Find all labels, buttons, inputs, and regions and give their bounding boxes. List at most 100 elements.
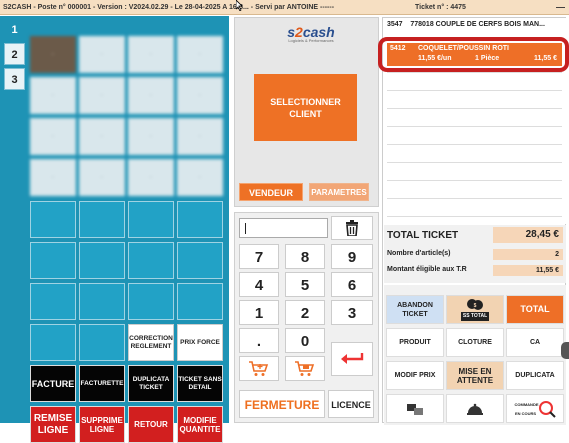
mise-en-attente-button[interactable]: MISE EN ATTENTE [446,361,504,390]
empty-tile[interactable] [79,324,125,361]
ca-button[interactable]: CA [506,328,564,357]
line-code: 3547 [387,21,403,28]
divider [387,144,562,145]
quantity-input[interactable] [239,218,328,238]
divider [387,72,562,73]
total-value: 28,45 € [493,227,563,243]
empty-tile[interactable] [128,201,174,238]
modifie-quantite-button[interactable]: MODIFIE QUANTITE [177,406,223,443]
product-tile[interactable]: · [128,159,174,196]
user-chat-icon[interactable] [386,394,444,423]
button-label: CORRECTION REGLEMENT [129,334,173,350]
duplicata-ticket-button[interactable]: DUPLICATA TICKET [128,365,174,402]
key-2[interactable]: 2 [285,300,325,325]
abandon-ticket-button[interactable]: ABANDON TICKET [386,295,444,324]
product-tile[interactable]: · [79,36,125,73]
product-tile[interactable]: · [177,36,223,73]
line-label: 778018 COUPLE DE CERFS BOIS MAN... [410,21,545,28]
duplicata-button[interactable]: DUPLICATA [506,361,564,390]
key-8[interactable]: 8 [285,244,325,269]
commande-en-cours-button[interactable]: COMMANDE EN COURS [506,394,564,423]
empty-tile[interactable] [128,283,174,320]
ticket-line[interactable]: 3547 778018 COUPLE DE CERFS BOIS MAN... [387,19,563,33]
empty-tile[interactable] [30,201,76,238]
empty-tile[interactable] [177,283,223,320]
key-1[interactable]: 1 [239,300,279,325]
key-7[interactable]: 7 [239,244,279,269]
tab-3[interactable]: 3 [4,68,25,90]
facturette-button[interactable]: FACTURETTE [79,365,125,402]
remise-ligne-button[interactable]: REMISE LIGNE [30,406,76,443]
empty-tile[interactable] [30,242,76,279]
produit-button[interactable]: PRODUIT [386,328,444,357]
product-tile[interactable]: · [177,77,223,114]
product-tile[interactable]: · [128,77,174,114]
button-label: FACTURETTE [80,379,124,387]
trash-icon[interactable] [331,216,373,240]
empty-tile[interactable] [30,283,76,320]
ss-total-button[interactable]: $ SS TOTAL [446,295,504,324]
vendeur-button[interactable]: VENDEUR [239,183,303,201]
total-button[interactable]: TOTAL [506,295,564,324]
key-9[interactable]: 9 [331,244,373,269]
money-bags-icon: $ [467,299,483,310]
key-0[interactable]: 0 [285,328,325,353]
cloche-service-icon[interactable] [446,394,504,423]
divider [387,198,562,199]
cart-price-icon[interactable] [285,356,325,381]
total-label: TOTAL TICKET [387,230,459,241]
selected-line-highlight [378,37,569,72]
product-tile[interactable]: · [79,159,125,196]
fermeture-button[interactable]: FERMETURE [239,390,325,418]
tab-1[interactable]: 1 [4,18,25,40]
product-tile[interactable]: · [79,118,125,155]
ticket-totals: TOTAL TICKET 28,45 € Nombre d'article(s)… [384,225,566,283]
product-tile[interactable]: · [177,159,223,196]
key-6[interactable]: 6 [331,272,373,297]
divider [387,126,562,127]
facture-button[interactable]: FACTURE [30,365,76,402]
product-tile[interactable]: · [30,118,76,155]
product-tile[interactable]: · [128,36,174,73]
supprime-ligne-button[interactable]: SUPPRIME LIGNE [79,406,125,443]
divider [387,90,562,91]
button-label: COMMANDE EN COURS [514,401,539,416]
product-tile[interactable]: · [177,118,223,155]
select-client-button[interactable]: SELECTIONNER CLIENT [254,74,357,141]
cloture-button[interactable]: CLOTURE [446,328,504,357]
prix-force-button[interactable]: PRIX FORCE [177,324,223,361]
licence-button[interactable]: LICENCE [328,390,374,418]
correction-reglement-button[interactable]: CORRECTION REGLEMENT [128,324,174,361]
button-label: PRIX FORCE [180,338,220,346]
empty-tile[interactable] [128,242,174,279]
divider [387,162,562,163]
text-cursor [245,223,246,234]
minimize-button[interactable]: — [556,0,565,15]
retour-button[interactable]: RETOUR [128,406,174,443]
empty-tile[interactable] [30,324,76,361]
empty-tile[interactable] [79,283,125,320]
empty-tile[interactable] [79,242,125,279]
empty-tile[interactable] [177,201,223,238]
key-4[interactable]: 4 [239,272,279,297]
modif-prix-button[interactable]: MODIF PRIX [386,361,444,390]
key-decimal[interactable]: . [239,328,279,353]
product-tile[interactable]: · [30,159,76,196]
articles-label: Nombre d'article(s) [387,250,451,257]
empty-tile[interactable] [177,242,223,279]
svg-text:$: $ [474,303,477,309]
key-3[interactable]: 3 [331,300,373,325]
parametres-button[interactable]: PARAMETRES [309,183,369,201]
product-tile[interactable]: · [128,118,174,155]
cart-add-icon[interactable] [239,356,279,381]
empty-tile[interactable] [79,201,125,238]
side-drawer-handle[interactable] [561,342,569,359]
key-5[interactable]: 5 [285,272,325,297]
tab-2[interactable]: 2 [4,43,25,65]
product-tile[interactable]: · [30,36,76,73]
product-tile[interactable]: · [79,77,125,114]
enter-icon[interactable] [331,342,373,376]
button-label: SS TOTAL [460,312,490,321]
ticket-sans-detail-button[interactable]: TICKET SANS DETAIL [177,365,223,402]
product-tile[interactable]: · [30,77,76,114]
